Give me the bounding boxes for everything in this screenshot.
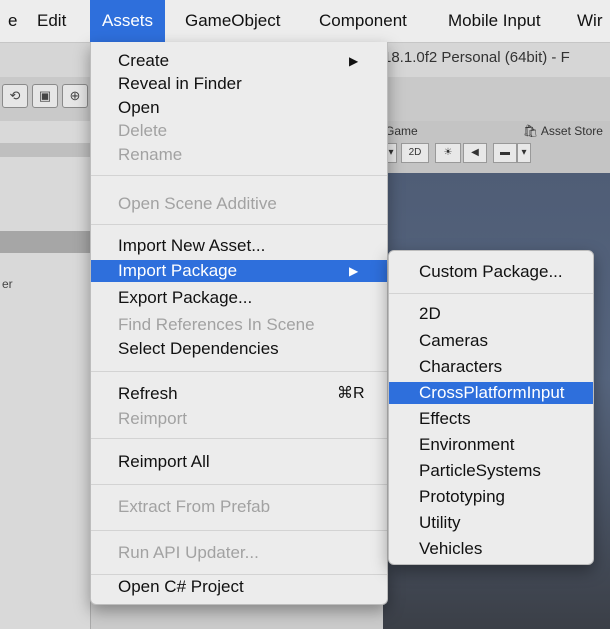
menu-item-label: Refresh xyxy=(118,384,178,403)
menu-item-reimport-all[interactable]: Reimport All xyxy=(91,451,387,473)
lighting-icon[interactable]: ☀ xyxy=(435,143,461,163)
menu-item-extract-from-prefab: Extract From Prefab xyxy=(91,496,387,518)
submenu-item-utility[interactable]: Utility xyxy=(389,512,593,534)
window-title: 18.1.0f2 Personal (64bit) - F xyxy=(383,49,570,66)
menu-separator xyxy=(91,175,387,176)
menu-bar: e Edit Assets GameObject Component Mobil… xyxy=(0,0,610,43)
menu-item-create[interactable]: Create ▶ xyxy=(91,50,387,72)
effects-dropdown-icon[interactable]: ▾ xyxy=(517,143,531,163)
menu-item-label: Extract From Prefab xyxy=(118,497,271,516)
submenu-arrow-icon: ▶ xyxy=(349,54,359,68)
menu-item-label: Open xyxy=(118,98,160,117)
panel-tab-bar xyxy=(0,231,90,253)
tab-game-label: Game xyxy=(385,124,418,138)
menu-gameobject[interactable]: GameObject xyxy=(185,0,280,42)
submenu-item-cameras[interactable]: Cameras xyxy=(389,330,593,352)
audio-icon[interactable]: ◀ xyxy=(463,143,487,163)
menu-item-import-new-asset[interactable]: Import New Asset... xyxy=(91,235,387,257)
menu-item-delete: Delete xyxy=(91,120,387,142)
effects-icon[interactable]: ▬ xyxy=(493,143,517,163)
menu-item-select-dependencies[interactable]: Select Dependencies xyxy=(91,338,387,360)
import-package-submenu: Custom Package... 2D Cameras Characters … xyxy=(388,250,594,565)
menu-item-label: Import New Asset... xyxy=(118,236,266,255)
menu-item-label: Open Scene Additive xyxy=(118,194,277,213)
tab-game[interactable]: Game xyxy=(385,124,418,138)
menu-separator xyxy=(389,293,593,294)
submenu-item-label: ParticleSystems xyxy=(419,461,541,480)
menu-separator xyxy=(91,574,387,575)
menu-item-label: Export Package... xyxy=(118,288,253,307)
submenu-item-custom-package[interactable]: Custom Package... xyxy=(389,261,593,283)
menu-item-label: Run API Updater... xyxy=(118,543,259,562)
menu-assets[interactable]: Assets xyxy=(90,0,166,42)
menu-separator xyxy=(91,224,387,225)
menu-item-open[interactable]: Open xyxy=(91,97,387,119)
menu-item-reveal-in-finder[interactable]: Reveal in Finder xyxy=(91,73,387,95)
menu-item-label: Reimport All xyxy=(118,452,210,471)
tab-asset-store-label: Asset Store xyxy=(540,124,603,138)
refresh-shortcut: ⌘R xyxy=(337,385,365,402)
menu-item-label: Import Package xyxy=(118,261,238,280)
menu-item-open-csharp-project[interactable]: Open C# Project xyxy=(91,576,387,598)
submenu-item-label: Effects xyxy=(419,409,471,428)
menu-item-label: Reveal in Finder xyxy=(118,74,242,93)
submenu-item-label: Environment xyxy=(419,435,515,454)
submenu-item-label: Utility xyxy=(419,513,461,532)
menu-item-refresh[interactable]: Refresh ⌘R xyxy=(91,383,387,405)
menu-item-run-api-updater: Run API Updater... xyxy=(91,542,387,564)
menu-item-open-scene-additive: Open Scene Additive xyxy=(91,193,387,215)
rect-tool-icon[interactable]: ▣ xyxy=(32,84,58,108)
menu-item-label: Reimport xyxy=(118,409,187,428)
menu-item-label: Select Dependencies xyxy=(118,339,279,358)
menu-item-import-package[interactable]: Import Package ▶ xyxy=(91,260,387,282)
transform-tool-icon[interactable]: ⊕ xyxy=(62,84,88,108)
game-view-header: Game 🛍 Asset Store ▾ 2D ☀ ◀ ▬ ▾ xyxy=(383,121,610,173)
submenu-item-label: CrossPlatformInput xyxy=(419,383,565,402)
assets-dropdown-menu: Create ▶ Reveal in Finder Open Delete Re… xyxy=(90,42,388,605)
menu-mobile-input[interactable]: Mobile Input xyxy=(448,0,541,42)
menu-item-label: Find References In Scene xyxy=(118,315,315,334)
menu-file[interactable]: e xyxy=(8,0,17,42)
menu-component[interactable]: Component xyxy=(319,0,407,42)
menu-item-reimport: Reimport xyxy=(91,408,387,430)
submenu-item-vehicles[interactable]: Vehicles xyxy=(389,538,593,560)
shopping-bag-icon: 🛍 xyxy=(523,124,539,138)
menu-separator xyxy=(91,438,387,439)
menu-item-label: Create xyxy=(118,51,170,70)
menu-separator xyxy=(91,484,387,485)
submenu-item-crossplatforminput[interactable]: CrossPlatformInput xyxy=(389,382,593,404)
submenu-item-environment[interactable]: Environment xyxy=(389,434,593,456)
menu-edit[interactable]: Edit xyxy=(37,0,66,42)
menu-item-rename: Rename xyxy=(91,144,387,166)
submenu-item-label: 2D xyxy=(419,304,441,323)
submenu-item-label: Vehicles xyxy=(419,539,483,558)
hierarchy-panel: er xyxy=(0,121,91,629)
menu-item-find-references: Find References In Scene xyxy=(91,314,387,336)
menu-item-export-package[interactable]: Export Package... xyxy=(91,287,387,309)
panel-text: er xyxy=(2,277,13,291)
submenu-item-characters[interactable]: Characters xyxy=(389,356,593,378)
menu-window[interactable]: Wir xyxy=(577,0,602,42)
submenu-item-effects[interactable]: Effects xyxy=(389,408,593,430)
panel-header xyxy=(0,143,90,157)
submenu-arrow-icon: ▶ xyxy=(349,264,359,278)
rotate-tool-icon[interactable]: ⟲ xyxy=(2,84,28,108)
submenu-item-prototyping[interactable]: Prototyping xyxy=(389,486,593,508)
2d-toggle[interactable]: 2D xyxy=(401,143,429,163)
submenu-item-particlesystems[interactable]: ParticleSystems xyxy=(389,460,593,482)
submenu-item-label: Custom Package... xyxy=(419,262,563,281)
menu-separator xyxy=(91,371,387,372)
tab-asset-store[interactable]: 🛍 Asset Store xyxy=(523,124,603,138)
menu-item-label: Open C# Project xyxy=(118,577,244,596)
menu-separator xyxy=(91,530,387,531)
menu-item-label: Rename xyxy=(118,145,183,164)
submenu-item-2d[interactable]: 2D xyxy=(389,303,593,325)
submenu-item-label: Prototyping xyxy=(419,487,505,506)
menu-item-label: Delete xyxy=(118,121,168,140)
submenu-item-label: Cameras xyxy=(419,331,488,350)
submenu-item-label: Characters xyxy=(419,357,503,376)
